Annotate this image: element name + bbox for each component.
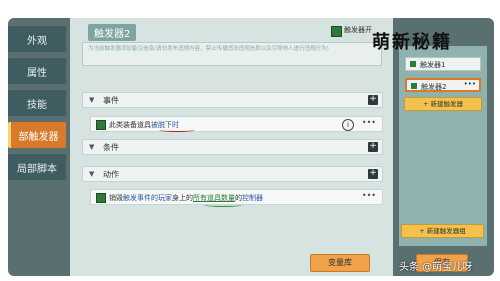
condition-section-header[interactable]: ▼ 条件 + <box>82 139 383 155</box>
trigger-list-label: 触发器2 <box>421 83 447 91</box>
event-section-header[interactable]: ▼ 事件 + <box>82 92 383 108</box>
trigger-list-label: 触发器1 <box>420 61 446 69</box>
add-action-button[interactable]: + <box>368 169 378 179</box>
nav-item-skills[interactable]: 技能 <box>8 90 66 116</box>
red-annotation-underline <box>159 128 195 132</box>
watermark-bottom: 头条 @萌宝儿呀 <box>399 262 473 273</box>
add-event-button[interactable]: + <box>368 95 378 105</box>
watermark-top: 萌新秘籍 <box>372 32 452 53</box>
nav-item-attributes[interactable]: 属性 <box>8 58 66 84</box>
action-row-join1: 身上的 <box>172 194 193 202</box>
event-row-checkbox[interactable] <box>96 120 106 130</box>
game-editor-screen: 外观 属性 技能 部触发器 局部脚本 触发器2 触发器开 为当前触发器添加备注信… <box>0 0 500 281</box>
more-options-icon[interactable]: ••• <box>362 191 376 200</box>
nav-item-local-scripts[interactable]: 局部脚本 <box>8 154 66 180</box>
collapse-caret-icon[interactable]: ▼ <box>89 170 94 178</box>
action-row-subject[interactable]: 触发事件的玩家 <box>123 194 172 202</box>
new-trigger-group-button[interactable]: + 新建触发器组 <box>401 224 484 238</box>
green-annotation-underline <box>204 203 242 207</box>
more-options-icon[interactable]: ••• <box>464 80 476 88</box>
nav-item-appearance[interactable]: 外观 <box>8 26 66 52</box>
new-trigger-button[interactable]: + 新建触发器 <box>404 97 482 111</box>
trigger-list-checkbox[interactable] <box>410 61 416 67</box>
collapse-caret-icon[interactable]: ▼ <box>89 143 94 151</box>
action-row-checkbox[interactable] <box>96 193 106 203</box>
trigger-list-sidebar <box>399 46 487 246</box>
info-icon[interactable]: i <box>342 119 354 131</box>
trigger-list-checkbox[interactable] <box>411 83 417 89</box>
action-row-join2: 的 <box>235 194 242 202</box>
collapse-caret-icon[interactable]: ▼ <box>89 96 94 104</box>
nav-item-local-triggers[interactable]: 部触发器 <box>8 122 66 148</box>
event-row-subject: 此类装备道具 <box>109 121 151 129</box>
action-row-text: 销毁触发事件的玩家身上的所有道具数量的控制器 <box>109 193 263 203</box>
action-section-label: 动作 <box>103 170 119 179</box>
left-nav: 外观 属性 技能 部触发器 局部脚本 <box>8 26 66 186</box>
action-row-target[interactable]: 控制器 <box>242 194 263 202</box>
action-row-object[interactable]: 所有道具数量 <box>193 194 235 202</box>
trigger-notes-field[interactable]: 为当前触发器添加备注信息(请勿发布违规内容，禁止传播违法违规信息以及引导他人进行… <box>82 42 382 66</box>
add-condition-button[interactable]: + <box>368 142 378 152</box>
trigger-enable-label: 触发器开 <box>344 26 372 34</box>
trigger-enable-checkbox[interactable] <box>331 26 342 37</box>
action-row-verb: 销毁 <box>109 194 123 202</box>
event-row[interactable]: 此类装备道具被脱下时 i ••• <box>90 116 383 132</box>
event-section-label: 事件 <box>103 96 119 105</box>
action-section-header[interactable]: ▼ 动作 + <box>82 166 383 182</box>
trigger-list-item-selected[interactable]: 触发器2 ••• <box>405 78 481 92</box>
variable-library-button[interactable]: 变量库 <box>310 254 370 272</box>
condition-section-label: 条件 <box>103 143 119 152</box>
trigger-list-item[interactable]: 触发器1 <box>405 57 481 71</box>
more-options-icon[interactable]: ••• <box>362 118 376 127</box>
trigger-title[interactable]: 触发器2 <box>88 24 137 41</box>
